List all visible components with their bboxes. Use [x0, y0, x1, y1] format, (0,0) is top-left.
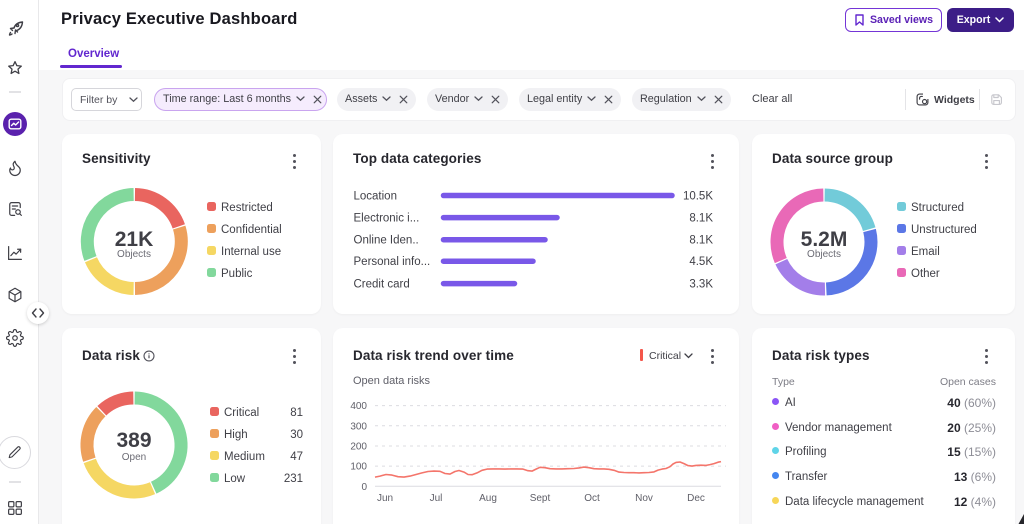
svg-text:Jun: Jun [377, 493, 393, 504]
svg-text:Online Iden..: Online Iden.. [354, 235, 419, 247]
svg-text:Jul: Jul [430, 493, 443, 504]
svg-text:10.5K: 10.5K [683, 191, 713, 203]
svg-text:Personal info...: Personal info... [354, 256, 431, 268]
svg-text:Aug: Aug [479, 493, 497, 504]
svg-text:200: 200 [350, 442, 367, 453]
svg-text:Oct: Oct [584, 493, 600, 504]
svg-text:Credit card: Credit card [354, 279, 410, 291]
svg-text:Sept: Sept [530, 493, 551, 504]
svg-text:Dec: Dec [687, 493, 705, 504]
svg-text:Location: Location [354, 191, 397, 203]
svg-text:8.1K: 8.1K [689, 213, 713, 225]
svg-text:Nov: Nov [635, 493, 653, 504]
svg-text:400: 400 [350, 401, 367, 412]
svg-text:4.5K: 4.5K [689, 256, 713, 268]
svg-text:Electronic i...: Electronic i... [354, 213, 420, 225]
svg-text:100: 100 [350, 462, 367, 473]
svg-text:3.3K: 3.3K [689, 279, 713, 291]
svg-text:8.1K: 8.1K [689, 235, 713, 247]
svg-text:0: 0 [361, 482, 367, 493]
svg-text:300: 300 [350, 421, 367, 432]
